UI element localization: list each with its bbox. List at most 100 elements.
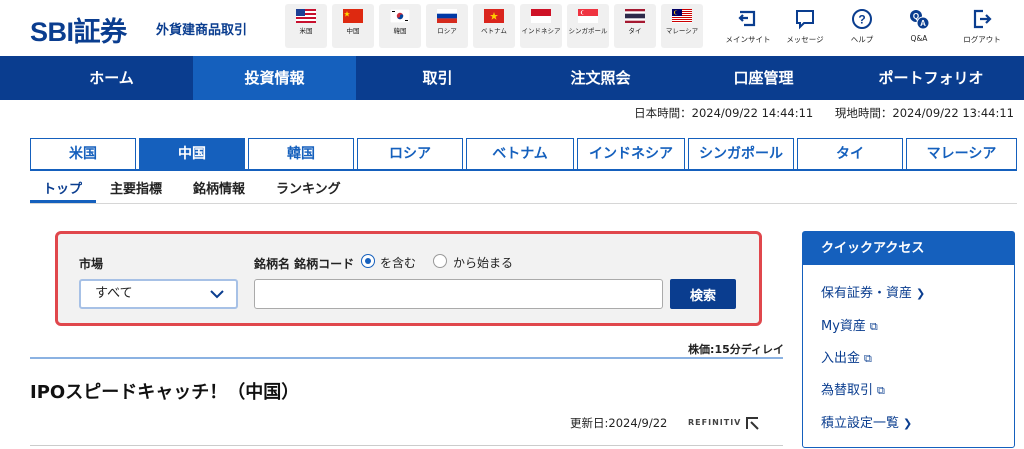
qa-label: Q&A — [910, 34, 928, 43]
stock-search-input[interactable] — [254, 279, 663, 309]
country-button-korea[interactable]: 韓国 — [379, 4, 421, 48]
country-button-us[interactable]: 米国 — [285, 4, 327, 48]
main-site-button[interactable]: メインサイト — [720, 8, 776, 45]
main-site-label: メインサイト — [725, 35, 771, 44]
tab-thailand[interactable]: タイ — [797, 138, 903, 170]
quick-link-fx-trading[interactable]: 為替取引 ⧉ — [821, 379, 885, 398]
tab-us[interactable]: 米国 — [30, 138, 136, 170]
main-nav: ホーム 投資情報 取引 注文照会 口座管理 ポートフォリオ — [0, 56, 1024, 100]
country-button-singapore[interactable]: シンガポール — [567, 4, 609, 48]
country-button-label: タイ — [628, 27, 642, 35]
svg-text:?: ? — [858, 13, 865, 27]
tab-divider — [30, 169, 1017, 171]
external-link-icon: ⧉ — [864, 352, 872, 365]
indonesia-flag-icon — [531, 9, 551, 23]
logout-button[interactable]: ログアウト — [954, 8, 1010, 45]
refinitiv-logo: REFINITIV — [688, 418, 742, 427]
radio-starts-with[interactable] — [433, 254, 447, 268]
nav-investment-info[interactable]: 投資情報 — [193, 56, 356, 100]
subtab-stock-info[interactable]: 銘柄情報 — [193, 178, 245, 197]
header: SBI証券 外貨建商品取引 米国 中国 韓国 ロシア ベトナム インドネシア シ… — [0, 0, 1024, 56]
svg-text:Q: Q — [913, 12, 919, 21]
quick-link-savings-settings[interactable]: 積立設定一覧 ❯ — [821, 412, 912, 431]
ipo-updated-date: 更新日:2024/9/22 — [570, 416, 668, 430]
country-button-label: 中国 — [346, 27, 360, 35]
nav-account-management[interactable]: 口座管理 — [682, 56, 845, 100]
nav-home[interactable]: ホーム — [30, 56, 193, 100]
tab-russia[interactable]: ロシア — [357, 138, 463, 170]
singapore-flag-icon — [578, 9, 598, 23]
refinitiv-mark-icon — [746, 417, 759, 430]
help-label: ヘルプ — [850, 35, 874, 44]
radio-contains-label: を含む — [380, 256, 417, 270]
quick-link-label: 入出金 — [821, 351, 861, 366]
thailand-flag-icon — [625, 9, 645, 23]
tab-indonesia[interactable]: インドネシア — [577, 138, 685, 170]
quick-link-label: 保有証券・資産 — [821, 286, 913, 301]
japan-time: 日本時間：2024/09/22 14:44:11 — [634, 106, 814, 120]
tab-china[interactable]: 中国 — [139, 138, 245, 170]
stock-search-panel: 市場 すべて 銘柄名 銘柄コード を含む から始まる 検索 — [55, 231, 762, 326]
malaysia-flag-icon — [672, 9, 692, 23]
country-button-label: インドネシア — [521, 27, 561, 35]
country-button-russia[interactable]: ロシア — [426, 4, 468, 48]
market-select-value: すべて — [95, 286, 133, 301]
radio-starts-with-label: から始まる — [453, 256, 514, 270]
country-button-label: 韓国 — [393, 27, 407, 35]
qa-button[interactable]: QA Q&A — [891, 8, 947, 43]
country-button-thailand[interactable]: タイ — [614, 4, 656, 48]
country-button-label: 米国 — [299, 27, 313, 35]
us-flag-icon — [296, 9, 316, 23]
country-button-label: マレーシア — [665, 27, 699, 35]
country-button-indonesia[interactable]: インドネシア — [520, 4, 562, 48]
tab-vietnam[interactable]: ベトナム — [466, 138, 574, 170]
quick-access-panel: クイックアクセス 保有証券・資産 ❯ My資産 ⧉ 入出金 ⧉ 為替取引 ⧉ 積立設定一… — [802, 231, 1015, 448]
vietnam-flag-icon — [484, 9, 504, 23]
country-button-label: ベトナム — [481, 27, 507, 35]
quick-link-holdings[interactable]: 保有証券・資産 ❯ — [821, 282, 925, 301]
country-button-label: ロシア — [437, 27, 457, 35]
subtab-top[interactable]: トップ — [43, 178, 82, 197]
section-divider — [30, 357, 783, 359]
message-icon — [796, 10, 814, 30]
subtab-divider — [30, 203, 1017, 204]
tab-malaysia[interactable]: マレーシア — [906, 138, 1017, 170]
nav-portfolio[interactable]: ポートフォリオ — [845, 56, 1017, 100]
country-button-china[interactable]: 中国 — [332, 4, 374, 48]
svg-text:A: A — [920, 19, 926, 28]
country-button-vietnam[interactable]: ベトナム — [473, 4, 515, 48]
chevron-right-icon: ❯ — [916, 287, 926, 300]
main-site-icon — [738, 10, 756, 27]
market-select[interactable]: すべて — [79, 279, 238, 309]
help-button[interactable]: ? ヘルプ — [834, 8, 890, 45]
local-time: 現地時間：2024/09/22 13:44:11 — [834, 106, 1014, 120]
quick-link-deposit-withdraw[interactable]: 入出金 ⧉ — [821, 347, 872, 366]
chevron-right-icon: ❯ — [903, 417, 913, 430]
quick-link-label: 為替取引 — [821, 383, 874, 398]
site-subtitle: 外貨建商品取引 — [156, 23, 248, 38]
nav-order-inquiry[interactable]: 注文照会 — [519, 56, 682, 100]
search-button[interactable]: 検索 — [670, 279, 736, 309]
country-button-malaysia[interactable]: マレーシア — [661, 4, 703, 48]
external-link-icon: ⧉ — [877, 384, 885, 397]
ipo-section-title: IPOスピードキャッチ！（中国） — [30, 382, 300, 403]
message-label: メッセージ — [786, 35, 824, 44]
sbi-logo[interactable]: SBI証券 — [30, 10, 127, 49]
ipo-divider — [30, 445, 783, 446]
radio-contains[interactable] — [361, 254, 375, 268]
subtab-key-indicators[interactable]: 主要指標 — [110, 178, 162, 197]
help-icon: ? — [852, 9, 872, 29]
tab-korea[interactable]: 韓国 — [248, 138, 354, 170]
quick-link-my-assets[interactable]: My資産 ⧉ — [821, 315, 878, 334]
quick-access-title: クイックアクセス — [803, 232, 1014, 265]
tab-singapore[interactable]: シンガポール — [688, 138, 794, 170]
subtab-ranking[interactable]: ランキング — [276, 178, 341, 197]
russia-flag-icon — [437, 9, 457, 23]
country-button-label: シンガポール — [568, 27, 608, 35]
logout-label: ログアウト — [963, 35, 1001, 44]
korea-flag-icon — [390, 9, 410, 23]
china-flag-icon — [343, 9, 363, 23]
nav-trade[interactable]: 取引 — [356, 56, 519, 100]
message-button[interactable]: メッセージ — [777, 8, 833, 45]
price-delay-note: 株価:15分ディレイ — [688, 343, 784, 356]
